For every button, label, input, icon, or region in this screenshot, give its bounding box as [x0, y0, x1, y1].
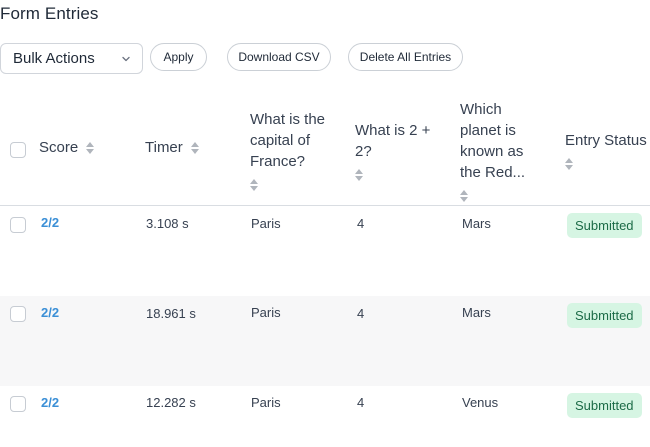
- timer-value: 12.282 s: [146, 395, 196, 410]
- page-title: Form Entries: [0, 4, 99, 23]
- sort-icon[interactable]: [86, 142, 95, 155]
- column-label-line: France?: [250, 153, 306, 170]
- status-badge: Submitted: [567, 303, 642, 328]
- column-header-entry-status[interactable]: Entry Status: [565, 130, 647, 172]
- sort-icon[interactable]: [250, 178, 258, 191]
- column-label-line: What is the: [250, 111, 326, 128]
- answer-planet: Mars: [462, 216, 491, 231]
- column-header-what-is-2-plus-2[interactable]: What is 2 + 2?: [355, 120, 430, 183]
- column-label-line: known as: [460, 143, 524, 160]
- column-label-line: 2?: [355, 143, 372, 160]
- timer-value: 3.108 s: [146, 216, 189, 231]
- column-header-capital-of-france[interactable]: What is the capital of France?: [250, 109, 325, 193]
- table-row[interactable]: 2/2 18.961 s Paris 4 Mars Submitted: [0, 296, 650, 386]
- answer-math: 4: [357, 395, 365, 410]
- download-csv-button[interactable]: Download CSV: [227, 43, 331, 71]
- bulk-actions-select[interactable]: Bulk Actions: [0, 43, 143, 74]
- answer-capital: Paris: [251, 216, 281, 231]
- form-entries-page: Form Entries Bulk Actions Apply Download…: [0, 0, 650, 447]
- sort-icon[interactable]: [355, 168, 363, 181]
- status-badge: Submitted: [567, 393, 642, 418]
- answer-capital: Paris: [251, 305, 281, 320]
- sort-icon[interactable]: [565, 157, 573, 170]
- column-label-entry-status: Entry Status: [565, 132, 647, 149]
- score-link[interactable]: 2/2: [41, 395, 59, 410]
- column-label-line: What is 2 +: [355, 122, 431, 139]
- column-label-timer: Timer: [145, 139, 183, 156]
- column-label-line: Which: [460, 101, 502, 118]
- select-all-checkbox[interactable]: [10, 142, 26, 158]
- apply-button[interactable]: Apply: [150, 43, 207, 71]
- row-checkbox[interactable]: [10, 396, 26, 412]
- column-header-red-planet[interactable]: Which planet is known as the Red...: [460, 99, 525, 204]
- column-header-timer[interactable]: Timer: [145, 137, 199, 158]
- row-checkbox[interactable]: [10, 217, 26, 233]
- sort-icon[interactable]: [190, 142, 199, 155]
- chevron-down-icon: [122, 56, 130, 62]
- timer-value: 18.961 s: [146, 306, 196, 321]
- answer-planet: Venus: [462, 395, 499, 410]
- sort-icon[interactable]: [460, 189, 468, 202]
- table-row[interactable]: 2/2 12.282 s Paris 4 Venus Submitted: [0, 386, 650, 447]
- answer-capital: Paris: [251, 395, 281, 410]
- answer-planet: Mars: [462, 305, 491, 320]
- status-badge: Submitted: [567, 213, 642, 238]
- table-row[interactable]: 2/2 3.108 s Paris 4 Mars Submitted: [0, 206, 650, 296]
- answer-math: 4: [357, 306, 365, 321]
- column-label-line: the Red...: [460, 164, 526, 181]
- column-label-line: planet is: [460, 122, 516, 139]
- bulk-actions-label: Bulk Actions: [13, 50, 95, 67]
- score-link[interactable]: 2/2: [41, 305, 59, 320]
- delete-all-entries-button[interactable]: Delete All Entries: [348, 43, 463, 71]
- score-link[interactable]: 2/2: [41, 215, 59, 230]
- column-label-score: Score: [39, 139, 79, 156]
- answer-math: 4: [357, 216, 365, 231]
- column-label-line: capital of: [250, 132, 311, 149]
- column-header-score[interactable]: Score: [39, 137, 95, 158]
- row-checkbox[interactable]: [10, 306, 26, 322]
